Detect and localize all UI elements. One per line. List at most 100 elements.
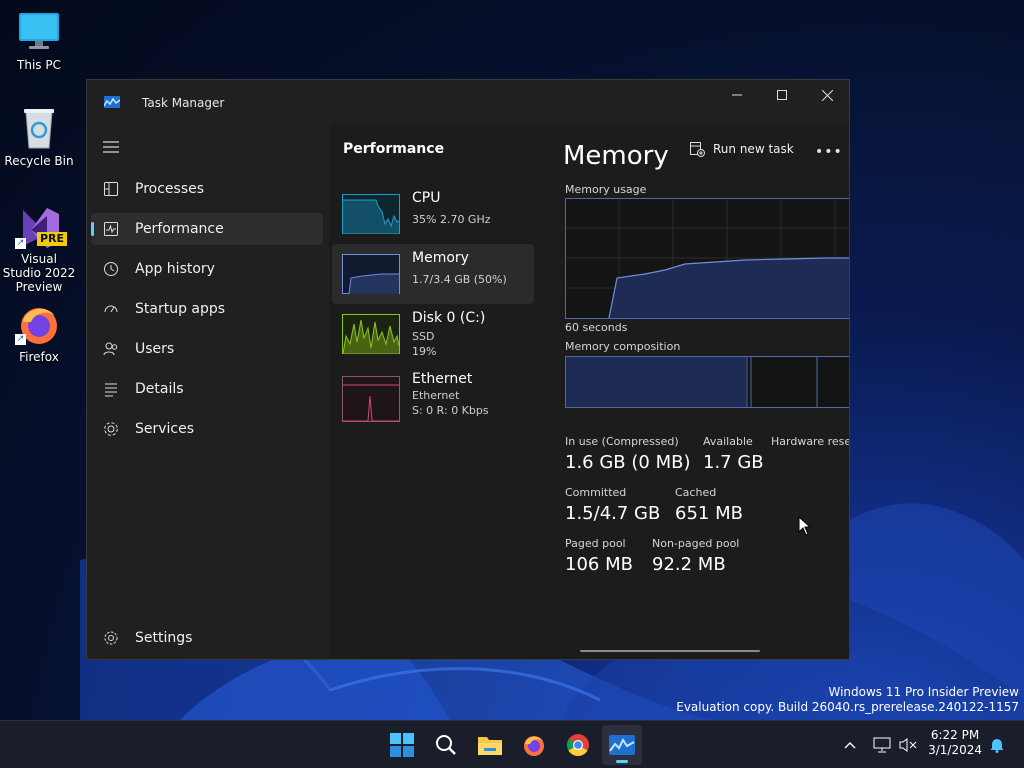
disk-thumbnail-graph bbox=[342, 314, 400, 354]
search-icon bbox=[436, 735, 456, 755]
resource-detail: Ethernet bbox=[412, 389, 460, 402]
maximize-icon bbox=[777, 90, 787, 100]
task-manager-taskbar-button[interactable] bbox=[602, 725, 642, 765]
horizontal-scrollbar[interactable] bbox=[580, 650, 760, 652]
folder-icon bbox=[478, 737, 502, 755]
active-indicator bbox=[616, 760, 628, 763]
resource-name: Ethernet bbox=[412, 371, 473, 387]
firefox-icon bbox=[524, 736, 544, 756]
maximize-button[interactable] bbox=[759, 80, 805, 110]
resource-detail: 1.7/3.4 GB (50%) bbox=[412, 273, 507, 286]
resource-memory[interactable]: Memory 1.7/3.4 GB (50%) bbox=[332, 244, 534, 304]
resource-name: Memory bbox=[412, 250, 469, 266]
available-label: Available bbox=[703, 435, 753, 448]
evaluation-watermark: Windows 11 Pro Insider Preview Evaluatio… bbox=[676, 685, 1019, 715]
desktop-icon-label: Firefox bbox=[19, 350, 59, 364]
users-icon bbox=[103, 342, 118, 356]
monitor-icon bbox=[17, 10, 61, 54]
resource-disk[interactable]: Disk 0 (C:) SSD 19% bbox=[332, 304, 534, 364]
cached-value: 651 MB bbox=[675, 503, 743, 524]
close-button[interactable] bbox=[804, 80, 849, 110]
in-use-value: 1.6 GB (0 MB) bbox=[565, 452, 691, 473]
visual-studio-icon: PRE ↗ bbox=[15, 204, 68, 249]
watermark-line-1: Windows 11 Pro Insider Preview bbox=[828, 685, 1019, 699]
file-explorer-button[interactable] bbox=[470, 725, 510, 765]
cached-label: Cached bbox=[675, 486, 717, 499]
nav-item-startup-apps[interactable]: Startup apps bbox=[91, 293, 323, 325]
firefox-icon: ↗ bbox=[15, 302, 61, 346]
resource-ethernet[interactable]: Ethernet Ethernet S: 0 R: 0 Kbps bbox=[332, 369, 534, 429]
non-paged-pool-value: 92.2 MB bbox=[652, 554, 726, 575]
desktop-icon-label: Recycle Bin bbox=[4, 154, 74, 168]
nav-item-users[interactable]: Users bbox=[91, 333, 323, 365]
volume-button[interactable] bbox=[892, 725, 924, 765]
performance-page: Performance Run new task ••• CPU 35% 2.7… bbox=[329, 124, 849, 659]
time-span-label: 60 seconds bbox=[565, 321, 628, 334]
nav-item-label: Users bbox=[135, 341, 175, 357]
minimize-icon bbox=[732, 94, 742, 96]
in-use-label: In use (Compressed) bbox=[565, 435, 679, 448]
cpu-thumbnail-graph bbox=[342, 194, 400, 234]
bell-icon bbox=[990, 739, 1004, 753]
nav-item-settings[interactable]: Settings bbox=[91, 622, 323, 654]
hamburger-menu-icon[interactable] bbox=[103, 140, 119, 154]
resource-detail: 35% 2.70 GHz bbox=[412, 213, 491, 226]
memory-thumbnail-graph bbox=[342, 254, 400, 294]
windows-logo-icon bbox=[390, 733, 414, 757]
desktop-icon-firefox[interactable]: ↗ Firefox bbox=[1, 302, 77, 364]
memory-usage-graph bbox=[565, 198, 849, 319]
desktop-icon-this-pc[interactable]: This PC bbox=[1, 10, 77, 72]
start-button[interactable] bbox=[382, 725, 422, 765]
mouse-cursor-icon bbox=[798, 516, 812, 536]
resource-detail: S: 0 R: 0 Kbps bbox=[412, 404, 489, 417]
memory-detail-panel: Memory Memory usage 60 seconds Memory co… bbox=[563, 124, 849, 659]
clock-date: 3/1/2024 bbox=[928, 743, 982, 757]
nav-item-services[interactable]: Services bbox=[91, 413, 323, 445]
desktop-icon-recycle-bin[interactable]: Recycle Bin bbox=[1, 106, 77, 168]
committed-value: 1.5/4.7 GB bbox=[565, 503, 661, 524]
memory-composition-bar bbox=[565, 356, 849, 408]
title-bar[interactable]: Task Manager bbox=[87, 80, 849, 124]
nav-item-details[interactable]: Details bbox=[91, 373, 323, 405]
nav-item-label: Services bbox=[135, 421, 195, 437]
system-clock[interactable]: 6:22 PM 3/1/2024 bbox=[928, 728, 982, 758]
clock-time: 6:22 PM bbox=[930, 728, 980, 742]
notifications-button[interactable] bbox=[982, 725, 1012, 765]
available-value: 1.7 GB bbox=[703, 452, 764, 473]
nav-item-label: Processes bbox=[135, 181, 205, 197]
performance-icon bbox=[104, 222, 118, 236]
shortcut-arrow-icon: ↗ bbox=[15, 238, 26, 249]
resource-name: CPU bbox=[412, 190, 441, 206]
task-manager-icon bbox=[609, 735, 635, 755]
show-hidden-icons-button[interactable] bbox=[832, 725, 868, 765]
hardware-reserved-label: Hardware reser bbox=[771, 435, 849, 448]
gear-icon bbox=[104, 631, 118, 645]
memory-composition-label: Memory composition bbox=[565, 340, 681, 353]
chevron-up-icon bbox=[844, 742, 856, 749]
memory-usage-label: Memory usage bbox=[565, 183, 647, 196]
committed-label: Committed bbox=[565, 486, 627, 499]
search-button[interactable] bbox=[426, 725, 466, 765]
nav-item-app-history[interactable]: App history bbox=[91, 253, 323, 285]
details-icon bbox=[105, 383, 117, 397]
app-history-icon bbox=[104, 262, 118, 276]
nav-item-label: Settings bbox=[135, 630, 193, 646]
paged-pool-label: Paged pool bbox=[565, 537, 626, 550]
page-title: Performance bbox=[343, 141, 445, 157]
resource-name: Disk 0 (C:) bbox=[412, 310, 486, 326]
ethernet-thumbnail-graph bbox=[342, 376, 400, 422]
non-paged-pool-label: Non-paged pool bbox=[652, 537, 740, 550]
close-icon bbox=[821, 89, 833, 101]
minimize-button[interactable] bbox=[714, 80, 760, 110]
chrome-taskbar-button[interactable] bbox=[558, 725, 598, 765]
chrome-icon bbox=[567, 734, 589, 756]
nav-item-label: Details bbox=[135, 381, 184, 397]
nav-item-processes[interactable]: Processes bbox=[91, 173, 323, 205]
nav-item-performance[interactable]: Performance bbox=[91, 213, 323, 245]
resource-detail: SSD bbox=[412, 330, 435, 343]
resource-cpu[interactable]: CPU 35% 2.70 GHz bbox=[332, 184, 534, 244]
window-title: Task Manager bbox=[142, 96, 225, 110]
nav-item-label: App history bbox=[135, 261, 215, 277]
firefox-taskbar-button[interactable] bbox=[514, 725, 554, 765]
desktop-icon-visual-studio[interactable]: PRE ↗ Visual Studio 2022 Preview bbox=[1, 204, 77, 294]
